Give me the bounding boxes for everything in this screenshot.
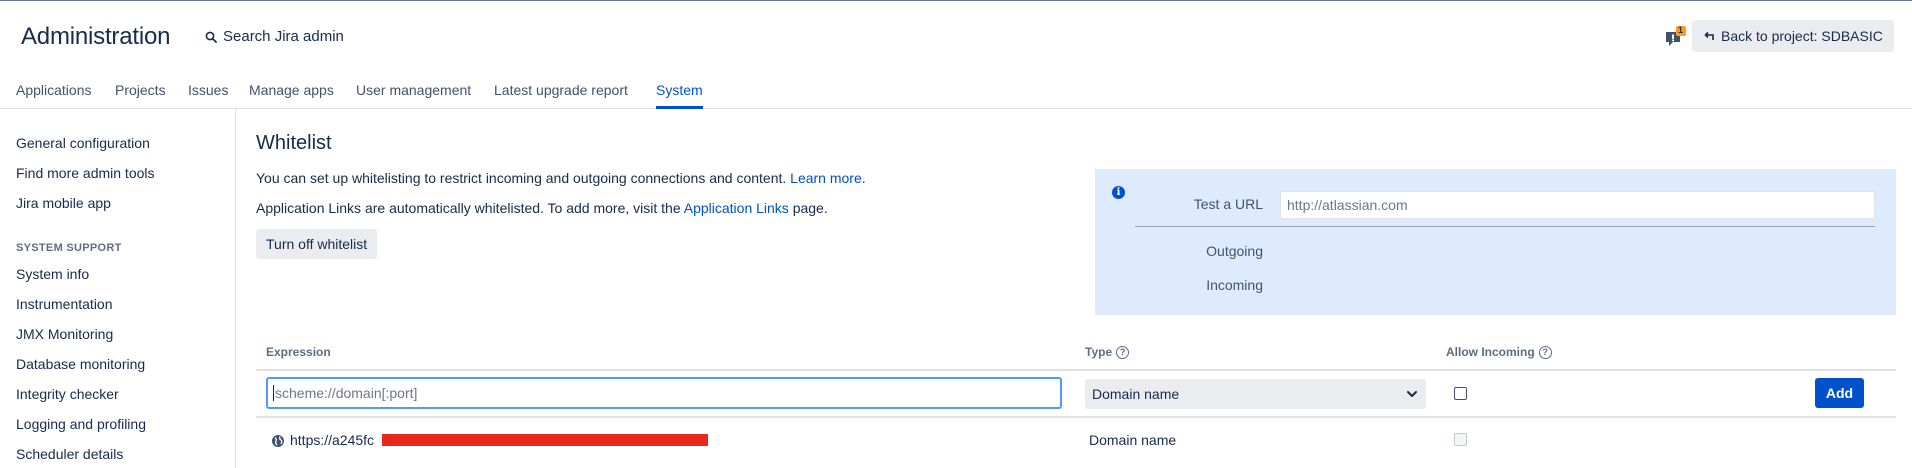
tab-system[interactable]: System [656,82,703,109]
application-links-link[interactable]: Application Links [684,200,789,216]
allow-incoming-header-label: Allow Incoming [1446,345,1535,359]
tab-manage-apps[interactable]: Manage apps [249,82,334,109]
search-icon [205,31,217,43]
applinks-description: Application Links are automatically whit… [256,200,681,216]
type-help-icon[interactable]: ? [1116,345,1130,359]
expression-placeholder: scheme://domain[:port] [275,385,418,401]
sidebar-item-logging-and-profiling[interactable]: Logging and profiling [16,416,146,432]
sidebar-item-instrumentation[interactable]: Instrumentation [16,296,113,312]
row-type: Domain name [1089,432,1177,448]
test-url-panel: i Test a URL http://atlassian.com Outgoi… [1095,169,1896,315]
chevron-down-icon [1407,391,1417,397]
sidebar-item-jira-mobile-app[interactable]: Jira mobile app [16,195,111,211]
column-header-expression: Expression [266,345,331,359]
globe-icon [272,435,284,447]
expression-header-label: Expression [266,345,331,359]
type-header-label: Type [1085,345,1113,359]
sidebar-item-database-monitoring[interactable]: Database monitoring [16,356,145,372]
allow-incoming-help-icon[interactable]: ? [1538,345,1552,359]
search-label: Search Jira admin [223,28,344,45]
info-icon: i [1112,186,1125,199]
applinks-suffix: page. [792,200,828,216]
learn-more-link[interactable]: Learn more [790,170,862,186]
return-arrow-icon [1704,31,1714,40]
search-admin-button[interactable]: Search Jira admin [205,28,344,45]
type-select[interactable]: Domain name [1085,379,1426,409]
row-expression: https://a245fc [290,432,375,448]
tab-latest-upgrade-report[interactable]: Latest upgrade report [494,82,628,109]
table-row-divider [256,416,1896,418]
tab-applications[interactable]: Applications [16,82,92,109]
intro-period: . [861,170,866,186]
intro-text: You can set up whitelisting to restrict … [256,170,866,186]
type-select-value: Domain name [1092,386,1180,402]
test-url-input[interactable]: http://atlassian.com [1280,191,1875,219]
incoming-label: Incoming [1206,277,1263,293]
sidebar-item-integrity-checker[interactable]: Integrity checker [16,386,119,402]
column-header-type: Type ? [1085,345,1130,359]
notification-count: 1 [1678,25,1684,35]
applinks-text: Application Links are automatically whit… [256,200,828,216]
back-to-project-button[interactable]: Back to project: SDBASIC [1692,20,1894,52]
sidebar-item-system-info[interactable]: System info [16,266,89,282]
test-url-label: Test a URL [1193,196,1263,212]
sidebar: General configuration Find more admin to… [0,109,236,468]
sidebar-item-find-more-admin-tools[interactable]: Find more admin tools [16,165,155,181]
sidebar-item-scheduler-details[interactable]: Scheduler details [16,446,123,462]
add-button[interactable]: Add [1815,378,1864,408]
sidebar-item-jmx-monitoring[interactable]: JMX Monitoring [16,326,113,342]
row-allow-incoming-checkbox [1454,433,1467,446]
expression-input[interactable]: scheme://domain[:port] [266,377,1062,409]
notifications-button[interactable]: 1 [1662,25,1688,51]
intro-description: You can set up whitelisting to restrict … [256,170,787,186]
allow-incoming-checkbox[interactable] [1454,387,1467,400]
back-label: Back to project: SDBASIC [1721,28,1883,44]
tab-projects[interactable]: Projects [115,82,166,109]
outgoing-label: Outgoing [1206,243,1263,259]
tab-user-management[interactable]: User management [356,82,471,109]
redaction-bar [382,434,708,446]
page-title: Whitelist [256,132,332,154]
column-header-allow-incoming: Allow Incoming ? [1446,345,1552,359]
admin-title: Administration [21,23,171,50]
feedback-icon [1666,26,1686,46]
sidebar-item-general-configuration[interactable]: General configuration [16,135,150,151]
sidebar-section-title: SYSTEM SUPPORT [16,242,122,254]
admin-nav: Applications Projects Issues Manage apps… [0,78,1912,109]
panel-divider [1135,226,1875,227]
table-header-divider [256,369,1896,371]
text-caret [273,385,274,401]
admin-header: Administration Search Jira admin 1 Back … [0,1,1912,73]
turn-off-whitelist-button[interactable]: Turn off whitelist [256,229,378,259]
tab-issues[interactable]: Issues [188,82,228,109]
